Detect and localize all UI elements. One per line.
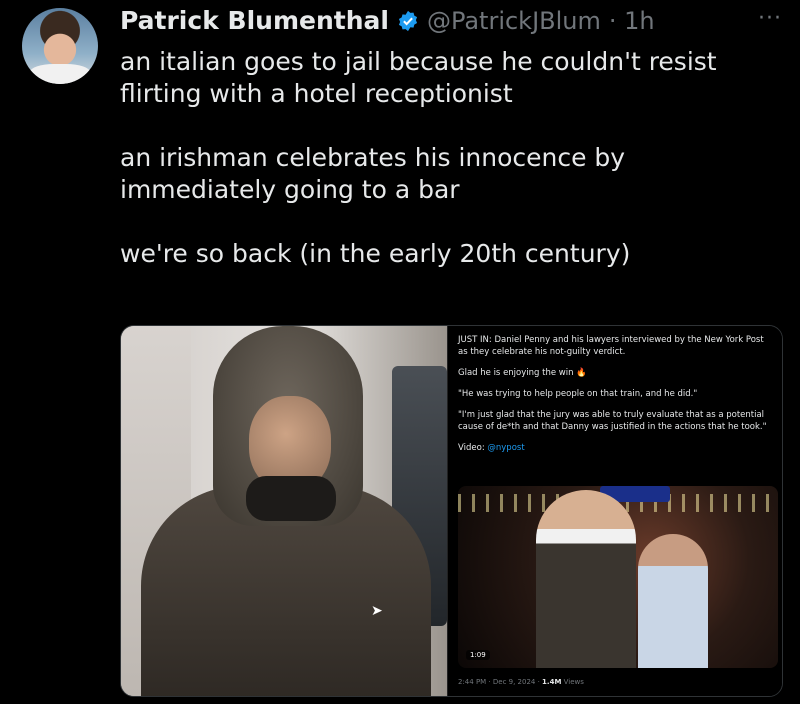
embed-meta: 2:44 PM · Dec 9, 2024 · 1.4M Views [458, 678, 584, 686]
video-person [638, 534, 708, 668]
author-handle[interactable]: @PatrickJBlum [427, 7, 601, 35]
surveillance-photo[interactable]: ➤ [121, 326, 447, 696]
embed-line: Glad he is enjoying the win 🔥 [458, 368, 587, 378]
tweet-media[interactable]: ➤ JUST IN: Daniel Penny and his lawyers … [120, 325, 783, 697]
tweet-time[interactable]: · 1h [609, 7, 655, 35]
embed-video-credit: Video: @nypost [458, 442, 772, 454]
embed-views-label: Views [561, 678, 584, 686]
video-credit-link[interactable]: @nypost [487, 443, 524, 453]
video-label: Video: [458, 443, 488, 453]
video-duration: 1:09 [466, 650, 490, 660]
photo-scarf [246, 476, 336, 521]
embed-line: "He was trying to help people on that tr… [458, 389, 698, 399]
mouse-cursor-icon: ➤ [371, 603, 383, 619]
embedded-tweet-screenshot[interactable]: JUST IN: Daniel Penny and his lawyers in… [447, 326, 782, 696]
video-person [536, 490, 636, 668]
tweet-paragraph: an italian goes to jail because he could… [120, 47, 717, 108]
embed-views-count: 1.4M [542, 678, 562, 686]
embed-timestamp: 2:44 PM · Dec 9, 2024 · [458, 678, 543, 686]
author-name[interactable]: Patrick Blumenthal [120, 6, 389, 35]
verified-badge-icon [398, 10, 418, 31]
avatar-collar [30, 64, 90, 84]
tweet-paragraph: an irishman celebrates his innocence by … [120, 143, 626, 204]
tweet-paragraph: we're so back (in the early 20th century… [120, 239, 631, 268]
embedded-video[interactable]: 1:09 [458, 486, 778, 668]
embed-line: "I'm just glad that the jury was able to… [458, 410, 767, 432]
embed-line: JUST IN: Daniel Penny and his lawyers in… [458, 335, 764, 357]
tweet-header: Patrick Blumenthal @PatrickJBlum · 1h [120, 6, 655, 35]
author-avatar[interactable] [22, 8, 98, 84]
more-options-icon[interactable]: ··· [758, 6, 782, 31]
tweet-text: an italian goes to jail because he could… [120, 46, 780, 302]
